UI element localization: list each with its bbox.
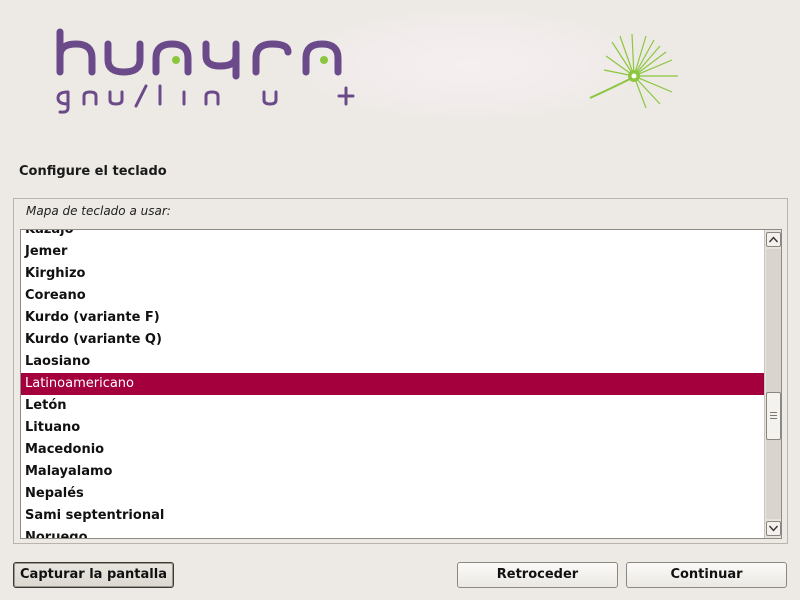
list-item[interactable]: Coreano [21,285,764,307]
huayra-logo [56,28,678,114]
list-item[interactable]: Kurdo (variante F) [21,307,764,329]
list-item[interactable]: Kurdo (variante Q) [21,329,764,351]
installer-window: Configure el teclado Mapa de teclado a u… [0,0,800,600]
list-item[interactable]: Sami septentrional [21,505,764,527]
scroll-down-button[interactable] [766,521,781,536]
logo-dot-2 [320,56,328,64]
grip-line [770,412,777,413]
arrow-up-icon [769,236,778,243]
list-item[interactable]: Malayalamo [21,461,764,483]
screenshot-button[interactable]: Capturar la pantalla [13,562,174,588]
scroll-thumb[interactable] [766,392,781,440]
arrow-down-icon [769,525,778,532]
list-item[interactable]: Macedonio [21,439,764,461]
list-inner: Kazajo Jemer Kirghizo Coreano Kurdo (var… [21,230,764,538]
dandelion-icon [589,33,678,109]
list-item[interactable]: Lituano [21,417,764,439]
continue-button[interactable]: Continuar [626,562,787,588]
grip-line [770,415,777,416]
vertical-scrollbar[interactable] [764,230,781,538]
banner [0,0,800,150]
list-item[interactable]: Laosiano [21,351,764,373]
page-title: Configure el teclado [19,164,167,179]
keyboard-list-label: Mapa de teclado a usar: [26,204,171,218]
keyboard-frame: Mapa de teclado a usar: Kazajo Jemer Kir… [13,198,788,544]
scroll-track[interactable] [766,249,781,519]
keyboard-list[interactable]: Kazajo Jemer Kirghizo Coreano Kurdo (var… [20,229,782,539]
scroll-up-button[interactable] [766,232,781,247]
list-item[interactable]: Jemer [21,241,764,263]
list-item[interactable]: Kirghizo [21,263,764,285]
list-item[interactable]: Noruego [21,527,764,538]
list-item[interactable]: Nepalés [21,483,764,505]
list-item[interactable]: Letón [21,395,764,417]
list-item[interactable]: Kazajo [21,230,764,241]
back-button[interactable]: Retroceder [457,562,618,588]
grip-line [770,418,777,419]
list-viewport: Kazajo Jemer Kirghizo Coreano Kurdo (var… [21,230,764,538]
list-item-selected[interactable]: Latinoamericano [21,373,764,395]
logo-dot-1 [172,56,180,64]
